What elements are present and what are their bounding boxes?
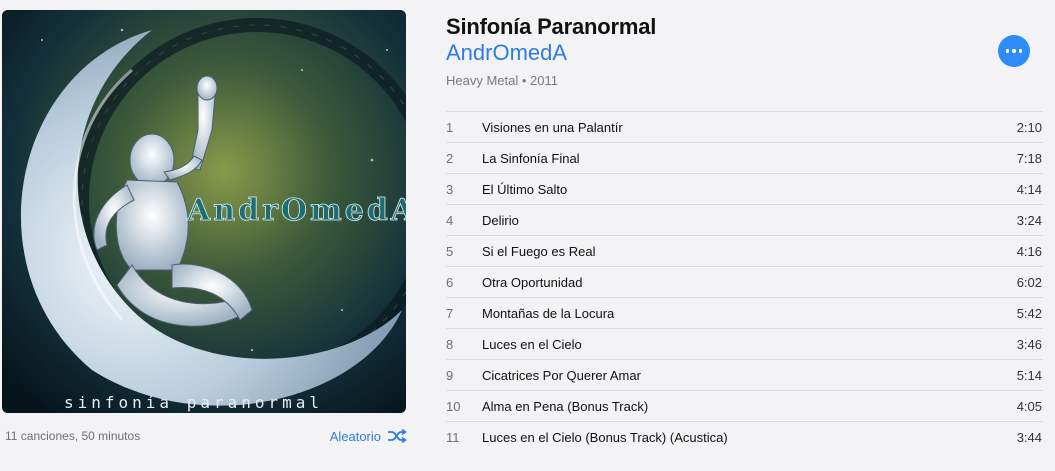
track-row[interactable]: 4 Delirio 3:24 bbox=[446, 205, 1043, 236]
cover-footer: 11 canciones, 50 minutos Aleatorio bbox=[5, 426, 407, 446]
shuffle-icon bbox=[388, 429, 407, 443]
track-title: Si el Fuego es Real bbox=[482, 243, 596, 259]
track-number: 11 bbox=[446, 430, 460, 445]
track-title: Visiones en una Palantír bbox=[482, 119, 623, 135]
more-button[interactable] bbox=[998, 35, 1030, 67]
track-duration: 2:10 bbox=[1016, 119, 1042, 135]
track-list: 1 Visiones en una Palantír 2:10 2 La Sinfoní… bbox=[446, 111, 1043, 453]
track-number: 8 bbox=[446, 336, 454, 352]
track-duration: 5:14 bbox=[1016, 367, 1042, 383]
track-duration: 5:42 bbox=[1016, 305, 1042, 321]
track-row[interactable]: 8 Luces en el Cielo 3:46 bbox=[446, 329, 1043, 360]
track-duration: 6:02 bbox=[1016, 274, 1042, 290]
album-cover-art: AndrOmedA sinfonía paranormal bbox=[2, 10, 406, 413]
track-title: La Sinfonía Final bbox=[482, 150, 580, 166]
track-duration: 3:24 bbox=[1016, 212, 1042, 228]
cover-caption: sinfonía paranormal bbox=[64, 393, 323, 412]
track-row[interactable]: 9 Cicatrices Por Querer Amar 5:14 bbox=[446, 360, 1043, 391]
track-title: El Último Salto bbox=[482, 181, 568, 197]
track-duration: 4:16 bbox=[1016, 243, 1042, 259]
album-meta: Heavy Metal • 2011 bbox=[446, 73, 558, 88]
album-title: Sinfonía Paranormal bbox=[446, 14, 657, 39]
track-duration: 4:14 bbox=[1016, 181, 1042, 197]
track-title: Luces en el Cielo (Bonus Track) (Acustic… bbox=[482, 430, 728, 445]
track-number: 2 bbox=[446, 150, 454, 166]
track-number: 6 bbox=[446, 274, 454, 290]
track-row[interactable]: 11 Luces en el Cielo (Bonus Track) (Acust… bbox=[446, 422, 1043, 453]
more-icon bbox=[1005, 49, 1010, 53]
track-row[interactable]: 10 Alma en Pena (Bonus Track) 4:05 bbox=[446, 391, 1043, 422]
track-row[interactable]: 3 El Último Salto 4:14 bbox=[446, 174, 1043, 205]
track-number: 10 bbox=[446, 398, 461, 414]
track-title: Otra Oportunidad bbox=[482, 274, 583, 290]
track-title: Luces en el Cielo bbox=[482, 336, 582, 352]
track-row[interactable]: 2 La Sinfonía Final 7:18 bbox=[446, 143, 1043, 174]
track-duration: 4:05 bbox=[1016, 398, 1042, 414]
track-row[interactable]: 5 Si el Fuego es Real 4:16 bbox=[446, 236, 1043, 267]
more-icon-dot bbox=[1012, 49, 1016, 53]
track-title: Montañas de la Locura bbox=[482, 305, 615, 321]
album-summary: 11 canciones, 50 minutos bbox=[5, 429, 141, 443]
track-number: 4 bbox=[446, 212, 454, 228]
cover-logo: AndrOmedA bbox=[186, 193, 406, 228]
artist-link[interactable]: AndrOmedA bbox=[446, 40, 567, 66]
track-number: 1 bbox=[446, 119, 454, 135]
track-row[interactable]: 7 Montañas de la Locura 5:42 bbox=[446, 298, 1043, 329]
more-icon-dot bbox=[1018, 49, 1023, 53]
track-number: 7 bbox=[446, 305, 454, 321]
track-row[interactable]: 6 Otra Oportunidad 6:02 bbox=[446, 267, 1043, 298]
track-duration: 3:46 bbox=[1016, 336, 1042, 352]
shuffle-button[interactable]: Aleatorio bbox=[330, 429, 407, 444]
track-number: 5 bbox=[446, 243, 454, 259]
track-number: 3 bbox=[446, 181, 454, 197]
track-title: Alma en Pena (Bonus Track) bbox=[482, 398, 649, 414]
track-duration: 7:18 bbox=[1016, 150, 1042, 166]
track-title: Cicatrices Por Querer Amar bbox=[482, 367, 641, 383]
track-duration: 3:44 bbox=[1016, 430, 1042, 445]
track-number: 9 bbox=[446, 367, 454, 383]
album-cover[interactable]: AndrOmedA sinfonía paranormal bbox=[2, 10, 406, 413]
shuffle-label: Aleatorio bbox=[329, 428, 381, 444]
track-row[interactable]: 1 Visiones en una Palantír 2:10 bbox=[446, 112, 1043, 143]
track-title: Delirio bbox=[482, 212, 519, 228]
